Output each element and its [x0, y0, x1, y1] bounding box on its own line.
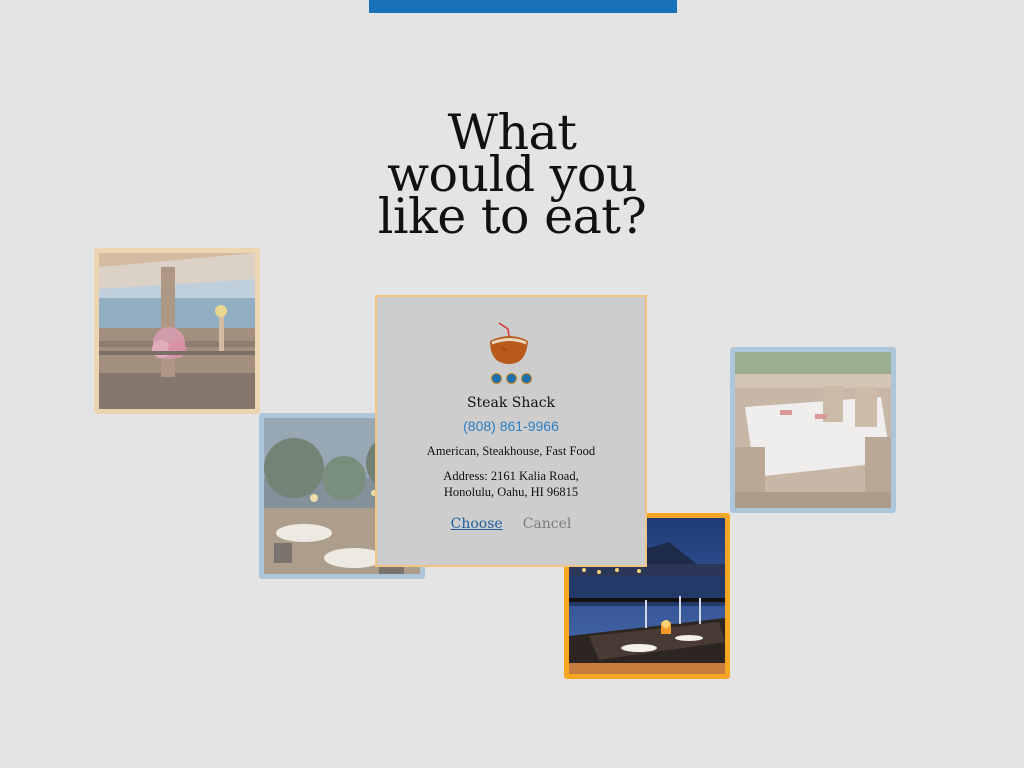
choose-button[interactable]: Choose — [451, 516, 503, 532]
app-stage: What would you like to eat? Steak Shack … — [0, 0, 1024, 768]
restaurant-cuisine: American, Steakhouse, Fast Food — [426, 444, 596, 458]
rating-dot — [505, 373, 517, 384]
rating-dot — [520, 373, 532, 384]
restaurant-name: Steak Shack — [466, 395, 556, 411]
restaurant-phone-link[interactable]: (808) 861-9966 — [377, 418, 645, 434]
address-line-2: Honolulu, Oahu, HI 96815 — [443, 485, 579, 499]
restaurant-photo-card-oceanview[interactable] — [94, 248, 260, 414]
title-line-3: like to eat? — [377, 188, 647, 245]
rating-dot — [490, 373, 502, 384]
page-title: What would you like to eat? — [312, 108, 712, 245]
rating-dots — [377, 373, 645, 387]
restaurant-detail-card: Steak Shack (808) 861-9966 American, Ste… — [375, 295, 647, 567]
address-line-1: Address: 2161 Kalia Road, — [443, 469, 579, 483]
restaurant-address: Address: 2161 Kalia Road, Honolulu, Oahu… — [377, 468, 645, 500]
coconut-drink-icon — [490, 322, 528, 365]
top-accent-bar — [369, 0, 677, 13]
cancel-button[interactable]: Cancel — [523, 516, 572, 532]
popup-actions: Choose Cancel — [377, 516, 645, 532]
oceanview-terrace-photo — [99, 253, 255, 409]
restaurant-photo-card-banquet[interactable] — [730, 347, 896, 513]
banquet-table-photo — [735, 352, 891, 508]
